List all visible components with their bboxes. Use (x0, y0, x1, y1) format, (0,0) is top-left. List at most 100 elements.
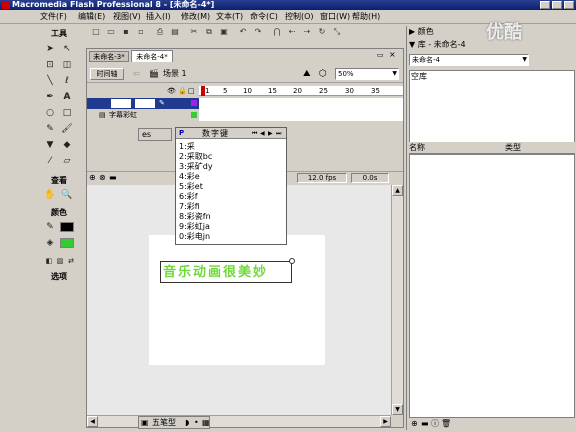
menu-control[interactable]: 控制(O) (285, 12, 314, 22)
layer-name[interactable]: 字幕彩虹 (109, 110, 137, 121)
edit-scene-icon[interactable]: ⛰ (303, 68, 311, 80)
tab-untitled-3[interactable]: 未命名-3* (89, 51, 129, 62)
half-width-icon[interactable]: ◗ (185, 417, 189, 429)
ime-nav-prev-icon[interactable]: ◀ (260, 129, 265, 138)
stroke-color-icon[interactable]: ✎ (43, 220, 57, 234)
ime-candidate[interactable]: 5:彩et (179, 182, 285, 192)
maximize-button[interactable] (552, 1, 562, 9)
library-list[interactable] (409, 154, 575, 418)
ime-candidate[interactable]: 6:彩f (179, 192, 285, 202)
menu-window[interactable]: 窗口(W) (320, 12, 350, 22)
snap-magnet-icon[interactable]: ⋂ (271, 26, 283, 37)
colors-panel-header[interactable]: ▶ 颜色 (409, 26, 559, 37)
insert-layer-icon[interactable]: ⊕ (89, 173, 96, 183)
swap-colors-icon[interactable]: ⇄ (64, 254, 78, 268)
canvas-text[interactable]: 音乐动画很美妙 (163, 264, 268, 281)
new-file-icon[interactable]: □ (90, 26, 102, 37)
frame-ruler[interactable]: 1 5 10 15 20 25 30 35 (199, 86, 403, 96)
oval-tool-icon[interactable]: ○ (43, 106, 57, 120)
ime-candidate[interactable]: 8:彩瓷fn (179, 212, 285, 222)
insert-folder-icon[interactable]: ▬ (109, 173, 117, 183)
free-transform-icon[interactable]: ⊡ (43, 58, 57, 72)
layer-outline-color[interactable] (191, 112, 197, 118)
menu-commands[interactable]: 命令(C) (250, 12, 278, 22)
print-preview-icon[interactable]: ▤ (169, 26, 181, 37)
vertical-scrollbar[interactable]: ▲ ▼ (391, 185, 403, 415)
ime-nav-next-icon[interactable]: ▶ (268, 129, 273, 138)
delete-icon[interactable]: 🗑 (441, 419, 451, 429)
text-box[interactable]: 音乐动画很美妙 (160, 258, 295, 283)
ime-candidate[interactable]: 9:彩虹ja (179, 222, 285, 232)
menu-file[interactable]: 文件(F) (40, 12, 67, 22)
ime-switch-icon[interactable]: ▣ (141, 417, 149, 429)
text-resize-handle[interactable] (289, 258, 295, 264)
text-tool-icon[interactable]: A (60, 90, 74, 104)
zoom-dropdown[interactable]: 50% ▼ (335, 68, 399, 80)
library-dropdown[interactable]: 未命名-4 ▼ (409, 54, 529, 66)
menu-edit[interactable]: 编辑(E) (78, 12, 105, 22)
pen-tool-icon[interactable]: ✒ (43, 90, 57, 104)
fill-color-swatch[interactable] (60, 238, 74, 248)
print-icon[interactable]: ⎙ (154, 26, 166, 37)
doc-close-icon[interactable]: × (389, 51, 397, 59)
eye-icon[interactable]: 👁 (167, 87, 176, 95)
back-arrow-icon[interactable]: ⇦ (133, 69, 140, 79)
minimize-button[interactable] (540, 1, 550, 9)
fill-color-icon[interactable]: ◈ (43, 236, 57, 250)
eraser-icon[interactable]: ▱ (60, 154, 74, 168)
smooth-icon[interactable]: ⇠ (286, 26, 298, 37)
rectangle-tool-icon[interactable]: □ (60, 106, 74, 120)
line-tool-icon[interactable]: ╲ (43, 74, 57, 88)
save-all-icon[interactable]: ▫ (135, 26, 147, 37)
chevron-down-icon[interactable]: ▼ (392, 69, 397, 79)
ime-candidate[interactable]: 7:彩fi (179, 202, 285, 212)
menu-help[interactable]: 帮助(H) (352, 12, 380, 22)
menu-text[interactable]: 文本(T) (216, 12, 243, 22)
rotate-icon[interactable]: ↻ (316, 26, 328, 37)
ime-candidate[interactable]: 3:采矿dy (179, 162, 285, 172)
menu-view[interactable]: 视图(V) (113, 12, 141, 22)
ink-bottle-icon[interactable]: ▼ (43, 138, 57, 152)
ime-nav-last-icon[interactable]: ⏭ (276, 129, 281, 138)
copy-icon[interactable]: ⧉ (203, 26, 215, 37)
layer-row-selected[interactable]: ✎ (87, 98, 199, 109)
layer-name-edit[interactable] (111, 99, 131, 108)
stage-canvas[interactable] (149, 235, 325, 365)
layer-outline-color[interactable] (191, 100, 197, 106)
selection-tool-icon[interactable]: ➤ (43, 42, 57, 56)
punctuation-icon[interactable]: • (194, 417, 199, 429)
new-folder-icon[interactable]: ▬ (421, 419, 429, 429)
new-symbol-icon[interactable]: ⊕ (411, 419, 418, 429)
scroll-left-icon[interactable]: ◀ (87, 416, 98, 427)
subselection-tool-icon[interactable]: ↖ (60, 42, 74, 56)
paste-icon[interactable]: ▣ (218, 26, 230, 37)
ime-nav-first-icon[interactable]: ⏮ (252, 129, 257, 138)
scroll-up-icon[interactable]: ▲ (392, 185, 403, 196)
scroll-down-icon[interactable]: ▼ (392, 404, 403, 415)
frame-grid[interactable] (199, 98, 403, 121)
scroll-right-icon[interactable]: ▶ (380, 416, 391, 427)
brush-tool-icon[interactable]: 🖌 (60, 122, 74, 136)
layer-name-edit[interactable] (135, 99, 155, 108)
col-name[interactable]: 名称 (409, 143, 425, 153)
ime-candidate[interactable]: 1:采 (179, 142, 285, 152)
chevron-down-icon[interactable]: ▼ (522, 55, 527, 65)
menu-modify[interactable]: 修改(M) (181, 12, 210, 22)
timeline-toggle-button[interactable]: 时间轴 (90, 68, 124, 80)
redo-icon[interactable]: ↷ (252, 26, 264, 37)
layer-row[interactable]: ▤ 字幕彩虹 (87, 110, 199, 121)
lasso-tool-icon[interactable]: ℓ (60, 74, 74, 88)
col-type[interactable]: 类型 (505, 143, 521, 153)
paint-bucket-icon[interactable]: ◆ (60, 138, 74, 152)
open-file-icon[interactable]: ▭ (105, 26, 117, 37)
library-panel-header[interactable]: ▼ 库 - 未命名-4 (409, 39, 559, 50)
ime-mode[interactable]: 五笔型 (152, 417, 176, 429)
cut-icon[interactable]: ✂ (188, 26, 200, 37)
horizontal-scrollbar[interactable]: ◀ ▶ (87, 415, 391, 427)
ime-candidate[interactable]: 2:采取bc (179, 152, 285, 162)
menu-insert[interactable]: 插入(I) (146, 12, 171, 22)
properties-icon[interactable]: ⓘ (431, 419, 439, 429)
add-guide-icon[interactable]: ⊗ (99, 173, 106, 183)
doc-restore-icon[interactable]: ▭ (377, 51, 385, 59)
lock-icon[interactable]: 🔒 (178, 87, 187, 95)
